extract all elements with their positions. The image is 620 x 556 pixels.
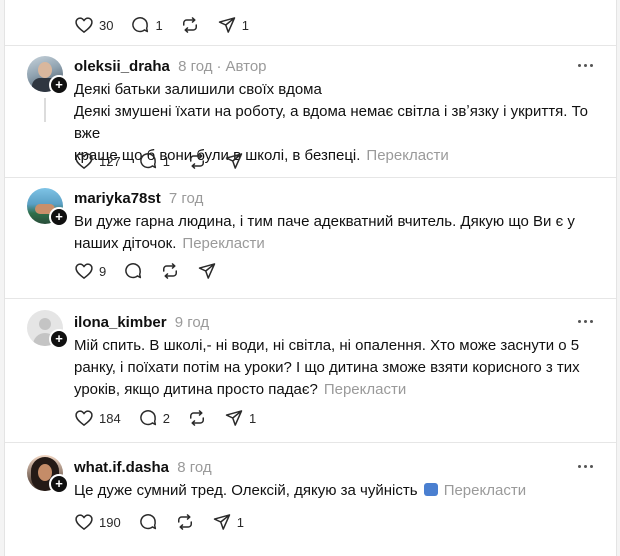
like-count: 127 <box>99 153 121 169</box>
reply-button[interactable] <box>123 260 143 282</box>
reply-button[interactable]: 1 <box>130 14 163 36</box>
timestamp[interactable]: 7 год <box>169 190 203 207</box>
post-text: Це дуже сумний тред. Олексій, дякую за ч… <box>74 480 604 502</box>
timestamp[interactable]: 8 год <box>178 58 212 75</box>
translate-link[interactable]: Перекласти <box>366 147 448 164</box>
like-count: 190 <box>99 514 121 530</box>
text-line: наших діточок. <box>74 235 177 252</box>
comment-icon <box>130 15 150 35</box>
emoji-icon <box>423 483 438 496</box>
reply-button[interactable] <box>138 511 158 533</box>
author-badge: Автор <box>225 58 267 75</box>
like-button[interactable]: 127 <box>74 150 121 172</box>
repost-button[interactable] <box>160 260 180 282</box>
share-button[interactable]: 1 <box>217 14 249 36</box>
repost-icon <box>160 261 180 281</box>
like-count: 184 <box>99 410 121 426</box>
divider <box>5 45 616 46</box>
text-line: Мій спить. В школі,- ні води, ні світла,… <box>74 337 580 354</box>
post-actions-top: 30 1 1 <box>74 14 266 36</box>
share-button[interactable]: 1 <box>224 407 256 429</box>
share-button[interactable] <box>224 150 244 172</box>
translate-link[interactable]: Перекласти <box>444 482 526 499</box>
comment-icon <box>138 408 158 428</box>
share-icon <box>217 15 237 35</box>
text-line: Це дуже сумний тред. Олексій, дякую за ч… <box>74 482 418 499</box>
repost-button[interactable] <box>180 14 200 36</box>
reply-count: 2 <box>162 410 170 426</box>
like-button[interactable]: 184 <box>74 407 121 429</box>
like-button[interactable]: 9 <box>74 260 106 282</box>
share-count: 1 <box>248 410 257 426</box>
like-count: 9 <box>99 263 107 279</box>
share-button[interactable]: 1 <box>212 511 244 533</box>
share-icon <box>224 151 244 171</box>
share-icon <box>224 408 244 428</box>
heart-icon <box>74 512 94 532</box>
like-count: 30 <box>99 17 114 33</box>
comments-panel: 30 1 1 + oleksii_draha 8 год · Автор Деякі… <box>4 0 617 556</box>
heart-icon <box>74 261 94 281</box>
share-icon <box>197 261 217 281</box>
post-text: Мій спить. В школі,- ні води, ні світла,… <box>74 335 604 401</box>
repost-icon <box>187 151 207 171</box>
post-header: mariyka78st 7 год <box>74 190 203 207</box>
comment-icon <box>123 261 143 281</box>
repost-button[interactable] <box>187 150 207 172</box>
follow-plus-icon[interactable]: + <box>49 474 69 494</box>
comment-icon <box>138 512 158 532</box>
like-button[interactable]: 190 <box>74 511 121 533</box>
post-header: what.if.dasha 8 год <box>74 459 212 476</box>
post-actions: 184 2 1 <box>74 407 273 429</box>
follow-plus-icon[interactable]: + <box>49 329 69 349</box>
share-count: 1 <box>241 17 249 33</box>
post-actions: 127 1 <box>74 150 261 172</box>
like-button[interactable]: 30 <box>74 14 113 36</box>
more-options-icon[interactable] <box>578 320 594 324</box>
follow-plus-icon[interactable]: + <box>49 207 69 227</box>
post-text: Ви дуже гарна людина, і тим паче адекват… <box>74 211 604 255</box>
post-header: oleksii_draha 8 год · Автор <box>74 58 267 75</box>
post-header: ilona_kimber 9 год <box>74 314 209 331</box>
repost-button[interactable] <box>187 407 207 429</box>
share-icon <box>212 512 232 532</box>
divider <box>5 298 616 299</box>
separator-dot: · <box>216 58 222 75</box>
share-button[interactable] <box>197 260 217 282</box>
heart-icon <box>74 408 94 428</box>
comment-icon <box>138 151 158 171</box>
reply-count: 1 <box>155 17 163 33</box>
text-line: ранку, і поїхати потім на уроки? І що ди… <box>74 359 580 376</box>
text-line: уроків, якщо дитина просто падає? <box>74 381 318 398</box>
repost-icon <box>175 512 195 532</box>
divider <box>5 177 616 178</box>
post-actions: 190 1 <box>74 511 261 533</box>
heart-icon <box>74 15 94 35</box>
timestamp[interactable]: 8 год <box>177 459 211 476</box>
repost-icon <box>187 408 207 428</box>
reply-button[interactable]: 2 <box>138 407 170 429</box>
username[interactable]: what.if.dasha <box>74 459 169 476</box>
username[interactable]: oleksii_draha <box>74 58 170 75</box>
reply-count: 1 <box>162 153 170 169</box>
timestamp[interactable]: 9 год <box>175 314 209 331</box>
repost-icon <box>180 15 200 35</box>
more-options-icon[interactable] <box>578 465 594 469</box>
more-options-icon[interactable] <box>578 64 594 68</box>
text-line: Деякі змушені їхати на роботу, а вдома н… <box>74 103 588 142</box>
username[interactable]: mariyka78st <box>74 190 161 207</box>
post-actions: 9 <box>74 260 234 282</box>
reply-button[interactable]: 1 <box>138 150 170 172</box>
follow-plus-icon[interactable]: + <box>49 75 69 95</box>
text-line: Ви дуже гарна людина, і тим паче адекват… <box>74 213 575 230</box>
thread-line <box>44 98 46 122</box>
repost-button[interactable] <box>175 511 195 533</box>
text-line: Деякі батьки залишили своїх вдома <box>74 81 322 98</box>
translate-link[interactable]: Перекласти <box>182 235 264 252</box>
username[interactable]: ilona_kimber <box>74 314 167 331</box>
translate-link[interactable]: Перекласти <box>324 381 406 398</box>
divider <box>5 442 616 443</box>
heart-icon <box>74 151 94 171</box>
share-count: 1 <box>236 514 244 530</box>
